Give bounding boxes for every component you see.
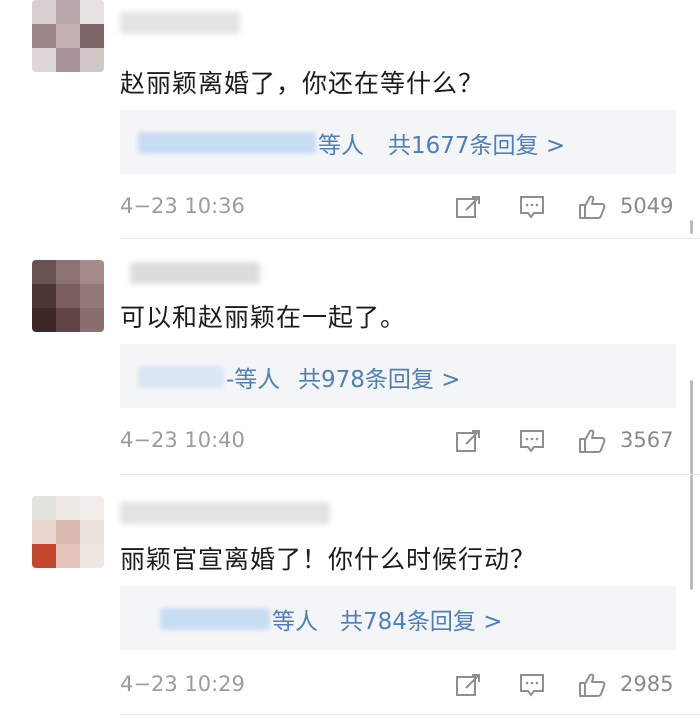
comment-text: 丽颖官宣离婚了！你什么时候行动？ (120, 545, 537, 574)
timestamp: 4−23 10:40 (120, 428, 245, 452)
username-redacted[interactable] (130, 262, 260, 284)
replier-suffix: -等人 (226, 367, 281, 393)
replier-names-redacted (138, 366, 224, 388)
replier-suffix: 等人 (318, 133, 364, 159)
username-redacted[interactable] (120, 502, 330, 524)
like-count: 3567 (620, 428, 674, 452)
comment-icon[interactable] (518, 194, 546, 220)
replier-names-redacted (160, 608, 270, 630)
scrollbar-segment[interactable] (690, 220, 693, 234)
comment-text: 赵丽颖离婚了，你还在等什么？ (120, 69, 485, 98)
comment-meta: 4−23 10:29 2985 (120, 670, 680, 702)
timestamp: 4−23 10:36 (120, 194, 245, 218)
share-icon[interactable] (454, 194, 482, 220)
username-redacted[interactable] (120, 12, 240, 34)
reply-summary[interactable]: 等人 共1677条回复 > (120, 110, 676, 174)
timestamp: 4−23 10:29 (120, 672, 245, 696)
share-icon[interactable] (454, 428, 482, 454)
like-count: 2985 (620, 672, 674, 696)
reply-summary[interactable]: -等人 共978条回复 > (120, 344, 676, 408)
comment-text: 可以和赵丽颖在一起了。 (120, 303, 407, 332)
reply-summary[interactable]: 等人 共784条回复 > (120, 586, 676, 650)
divider (120, 714, 700, 715)
reply-count-link[interactable]: 共784条回复 > (340, 602, 502, 636)
avatar[interactable] (32, 260, 104, 332)
share-icon[interactable] (454, 672, 482, 698)
reply-count-link[interactable]: 共1677条回复 > (388, 126, 565, 160)
replier-names-redacted (138, 132, 316, 154)
comment-item: 可以和赵丽颖在一起了。 -等人 共978条回复 > 4−23 10:40 356… (0, 240, 700, 476)
divider (120, 474, 700, 475)
like-thumb-icon[interactable] (578, 194, 606, 220)
avatar[interactable] (32, 496, 104, 568)
divider (120, 238, 700, 239)
comment-item: 丽颖官宣离婚了！你什么时候行动？ 等人 共784条回复 > 4−23 10:29… (0, 476, 700, 718)
like-thumb-icon[interactable] (578, 428, 606, 454)
replier-suffix: 等人 (272, 609, 318, 635)
reply-count-link[interactable]: 共978条回复 > (298, 360, 460, 394)
comment-icon[interactable] (518, 672, 546, 698)
comment-item: 赵丽颖离婚了，你还在等什么？ 等人 共1677条回复 > 4−23 10:36 … (0, 0, 700, 240)
avatar[interactable] (32, 0, 104, 72)
like-thumb-icon[interactable] (578, 672, 606, 698)
comment-meta: 4−23 10:40 3567 (120, 426, 680, 458)
comment-meta: 4−23 10:36 5049 (120, 192, 680, 224)
comment-icon[interactable] (518, 428, 546, 454)
like-count: 5049 (620, 194, 674, 218)
